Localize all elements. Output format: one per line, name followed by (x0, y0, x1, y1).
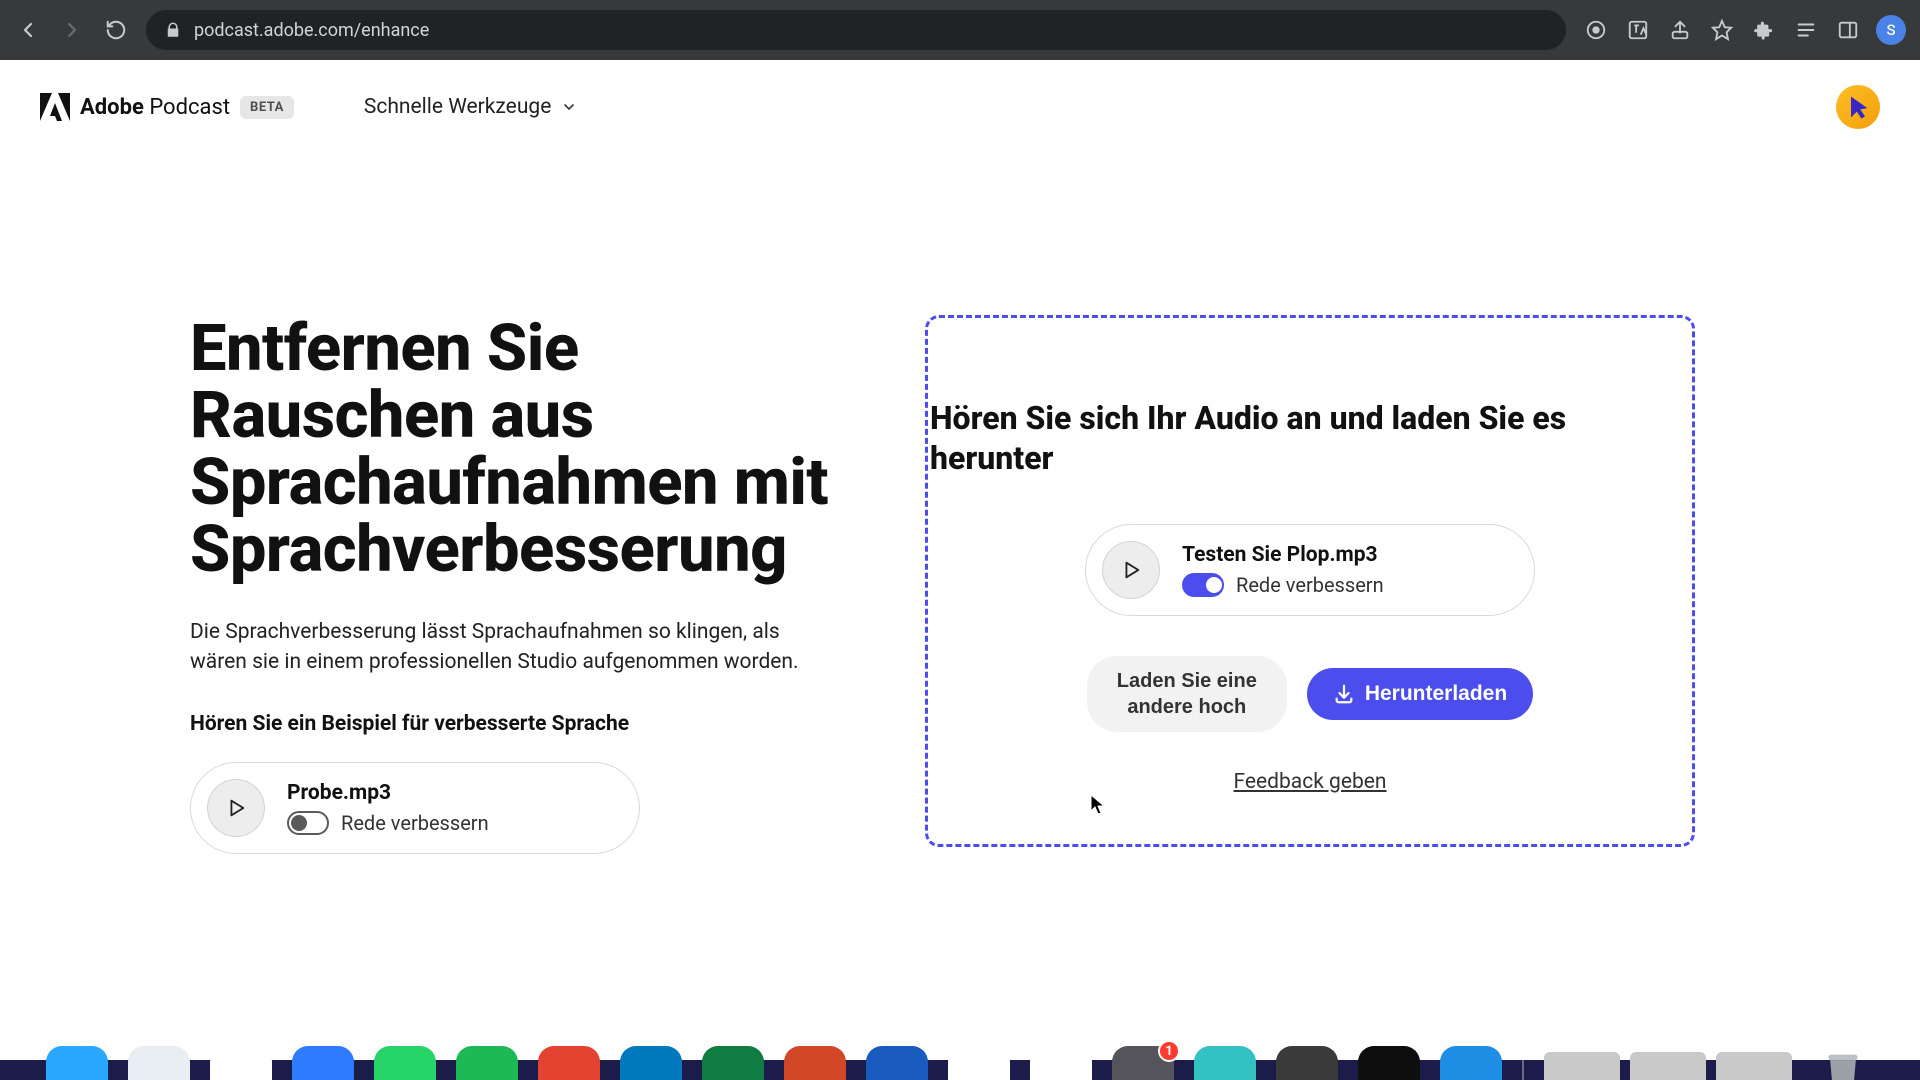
macos-dock: 1 (0, 1030, 1920, 1080)
dock-app-powerpoint[interactable] (784, 1046, 846, 1080)
minimized-window[interactable] (1716, 1052, 1792, 1080)
minimized-window[interactable] (1544, 1052, 1620, 1080)
lock-icon (164, 21, 182, 39)
download-button[interactable]: Herunterladen (1307, 668, 1533, 720)
dock-app-spotify[interactable] (456, 1046, 518, 1080)
sample-filename: Probe.mp3 (287, 781, 489, 805)
sidepanel-icon[interactable] (1834, 16, 1862, 44)
dock-app-edge[interactable] (1194, 1046, 1256, 1080)
brand-logo[interactable]: Adobe Podcast BETA (40, 93, 294, 121)
dock-app-todoist[interactable] (538, 1046, 600, 1080)
dock-app-mail[interactable] (292, 1046, 354, 1080)
dock-app-app-b[interactable] (1358, 1046, 1420, 1080)
google-search-icon[interactable] (1582, 16, 1610, 44)
download-icon (1333, 683, 1355, 705)
brand-text: Adobe Podcast (80, 95, 230, 120)
dock-minimized-windows (1544, 1052, 1792, 1080)
dock-app-trello[interactable] (620, 1046, 682, 1080)
dock-app-photos[interactable] (948, 1046, 1010, 1080)
user-avatar[interactable] (1836, 85, 1880, 129)
reading-list-icon[interactable] (1792, 16, 1820, 44)
chevron-down-icon (561, 99, 577, 115)
translate-icon[interactable] (1624, 16, 1652, 44)
address-bar[interactable]: podcast.adobe.com/enhance (146, 10, 1566, 50)
dock-app-app-c[interactable] (1440, 1046, 1502, 1080)
hero-section: Entfernen Sie Rauschen aus Sprachaufnahm… (190, 315, 830, 854)
drop-zone[interactable]: Hören Sie sich Ihr Audio an und laden Si… (925, 315, 1695, 847)
feedback-link[interactable]: Feedback geben (938, 770, 1682, 794)
star-icon[interactable] (1708, 16, 1736, 44)
dock-app-excel[interactable] (702, 1046, 764, 1080)
dock-app-whatsapp[interactable] (374, 1046, 436, 1080)
share-icon[interactable] (1666, 16, 1694, 44)
dock-app-drive[interactable] (1030, 1046, 1092, 1080)
adobe-logo-icon (40, 93, 70, 121)
example-label: Hören Sie ein Beispiel für verbesserte S… (190, 712, 830, 736)
play-button[interactable] (207, 779, 265, 837)
result-filename: Testen Sie Plop.mp3 (1182, 543, 1384, 567)
result-audio-card: Testen Sie Plop.mp3 Rede verbessern (1085, 524, 1535, 616)
panel-heading: Hören Sie sich Ihr Audio an und laden Si… (930, 398, 1630, 478)
cursor-avatar-icon (1844, 93, 1872, 121)
site-header: Adobe Podcast BETA Schnelle Werkzeuge (0, 60, 1920, 155)
play-icon (1120, 559, 1142, 581)
beta-badge: BETA (240, 96, 294, 119)
upload-another-button[interactable]: Laden Sie eine andere hoch (1087, 656, 1287, 732)
dock-separator (1522, 1056, 1524, 1080)
dock-app-app-a[interactable] (1276, 1046, 1338, 1080)
dock-app-chrome[interactable] (210, 1046, 272, 1080)
enhance-toggle-label: Rede verbessern (1236, 573, 1384, 597)
dock-app-settings[interactable]: 1 (1112, 1046, 1174, 1080)
browser-chrome: podcast.adobe.com/enhance S (0, 0, 1920, 60)
play-button[interactable] (1102, 541, 1160, 599)
minimized-window[interactable] (1630, 1052, 1706, 1080)
enhance-toggle-label: Rede verbessern (341, 811, 489, 835)
quick-tools-dropdown[interactable]: Schnelle Werkzeuge (364, 95, 577, 119)
hero-subtitle: Die Sprachverbesserung lässt Sprachaufna… (190, 617, 810, 678)
dock-app-word[interactable] (866, 1046, 928, 1080)
extensions-icon[interactable] (1750, 16, 1778, 44)
reload-button[interactable] (102, 16, 130, 44)
hero-title: Entfernen Sie Rauschen aus Sprachaufnahm… (190, 315, 830, 583)
sample-audio-card: Probe.mp3 Rede verbessern (190, 762, 640, 854)
main-content: Entfernen Sie Rauschen aus Sprachaufnahm… (0, 155, 1920, 854)
address-text: podcast.adobe.com/enhance (194, 20, 429, 41)
dock-app-safari[interactable] (128, 1046, 190, 1080)
dock-app-finder[interactable] (46, 1046, 108, 1080)
notification-badge: 1 (1158, 1040, 1180, 1062)
enhance-toggle[interactable] (1182, 573, 1224, 597)
result-section: Hören Sie sich Ihr Audio an und laden Si… (890, 315, 1730, 854)
profile-avatar[interactable]: S (1876, 15, 1906, 45)
play-icon (225, 797, 247, 819)
enhance-toggle[interactable] (287, 811, 329, 835)
trash-icon[interactable] (1812, 1042, 1874, 1080)
forward-button[interactable] (58, 16, 86, 44)
back-button[interactable] (14, 16, 42, 44)
